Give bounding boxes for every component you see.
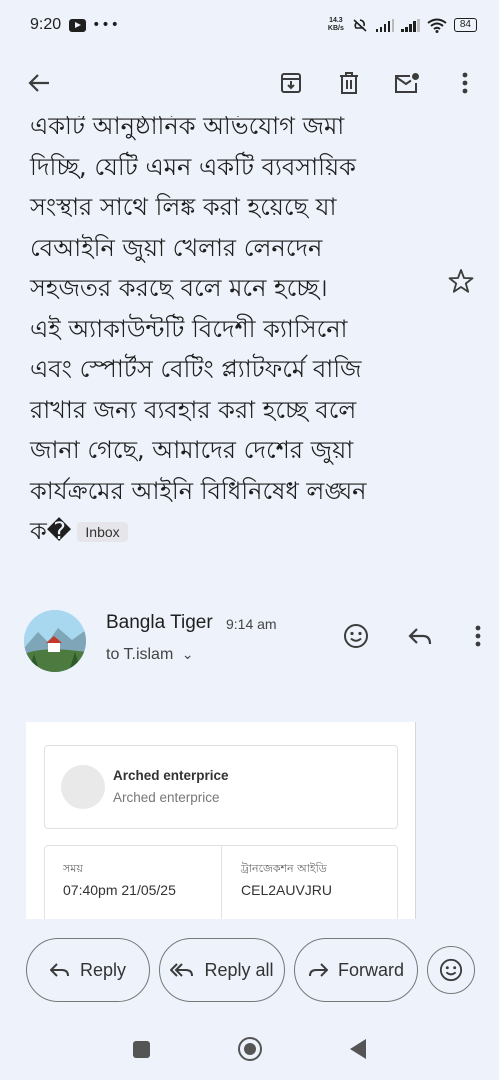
mute-icon (353, 19, 367, 32)
txn-id-value: CEL2AUVJRU (241, 882, 333, 898)
message-more-button[interactable] (460, 618, 496, 654)
time-label: সময় (63, 862, 83, 875)
mark-unread-icon (395, 73, 419, 93)
sender-name: Bangla Tiger (106, 612, 213, 633)
more-vert-icon (475, 625, 481, 647)
body-line: সংস্থার সাথে লিঙ্ক করা হয়েছে যা (30, 193, 337, 221)
reply-icon-button[interactable] (402, 618, 438, 654)
status-bar: 9:20 ••• 14.3 KB/s 84 (0, 0, 499, 50)
forward-label: Forward (337, 959, 404, 980)
reply-icon (408, 628, 432, 645)
net-speed: 14.3 KB/s (327, 17, 344, 32)
back-button[interactable] (22, 66, 56, 100)
body-line: রাখার জন্য ব্যবহার করা হচ্ছে বলে (30, 395, 357, 424)
sent-time: 9:14 am (226, 616, 277, 632)
body-line: এবং স্পোর্টস বেটিং প্ল্যাটফর্মে বাজি (30, 355, 362, 383)
sender-actions (338, 618, 496, 654)
emoji-icon (439, 958, 463, 982)
mark-unread-button[interactable] (389, 65, 425, 101)
status-time: 9:20 (30, 16, 62, 33)
more-dots-icon: ••• (92, 17, 120, 33)
divider (221, 846, 222, 919)
reply-all-label: Reply all (204, 959, 274, 980)
bottom-actions: Reply Reply all Forward (0, 938, 499, 1002)
landscape-avatar-icon (24, 610, 86, 672)
forward-button[interactable]: Forward (294, 938, 418, 1002)
email-body-text: একটি আনুষ্ঠানিক অভিযোগ জমা দিচ্ছি, যেটি … (30, 116, 430, 552)
body-line: এই অ্যাকাউন্টটি বিদেশী ক্যাসিনো (30, 314, 348, 343)
home-button[interactable] (238, 1037, 262, 1061)
youtube-icon (69, 18, 87, 32)
app-bar-actions (273, 65, 483, 101)
embedded-receipt: Arched enterprice Arched enterprice সময়… (26, 722, 416, 919)
time-value: 07:40pm 21/05/25 (63, 882, 176, 898)
delete-icon (340, 72, 358, 94)
transaction-details: সময় 07:40pm 21/05/25 ট্রানজেকশন আইডি CE… (44, 845, 398, 919)
gmail-email-screen: 9:20 ••• 14.3 KB/s 84 একটি আনুষ্ঠানিক অভ… (0, 0, 499, 1080)
reply-all-button[interactable]: Reply all (159, 938, 285, 1002)
more-vert-icon (462, 72, 468, 94)
emoji-reaction-button[interactable] (427, 946, 475, 994)
body-line: সহজতর করছে বলে মনে হচ্ছে। (30, 274, 328, 302)
react-emoji-button[interactable] (338, 618, 374, 654)
recipient-toggle[interactable]: to T.islam ⌄ (106, 646, 193, 664)
system-back-button[interactable] (350, 1039, 366, 1059)
archive-icon (281, 73, 301, 93)
recents-button[interactable] (133, 1040, 150, 1058)
merchant-card: Arched enterprice Arched enterprice (44, 745, 398, 829)
star-icon (448, 269, 474, 293)
txn-id-label: ট্রানজেকশন আইডি (241, 862, 327, 875)
signal-icon (375, 18, 395, 32)
more-options-button[interactable] (447, 65, 483, 101)
merchant-avatar (61, 765, 105, 809)
body-line: বেআইনি জুয়া খেলার লেনদেন (30, 233, 323, 262)
battery-icon: 84 (453, 18, 477, 32)
wifi-icon (427, 18, 447, 33)
delete-button[interactable] (331, 65, 367, 101)
inbox-label-chip[interactable]: Inbox (77, 522, 128, 542)
forward-icon (308, 963, 328, 977)
back-arrow-icon (28, 74, 49, 92)
body-line: একটি আনুষ্ঠানিক অভিযোগ জমা (30, 116, 345, 140)
reply-icon (49, 963, 69, 977)
sender-row: Bangla Tiger 9:14 am to T.islam ⌄ (24, 606, 484, 676)
email-body-snippet: একটি আনুষ্ঠানিক অভিযোগ জমা দিচ্ছি, যেটি … (0, 116, 499, 594)
archive-button[interactable] (273, 65, 309, 101)
recipient-text: to T.islam (106, 646, 174, 663)
reply-label: Reply (79, 959, 127, 980)
star-button[interactable] (448, 268, 474, 298)
signal-icon (401, 18, 420, 32)
chevron-down-icon: ⌄ (181, 646, 194, 662)
body-line: জানা গেছে, আমাদের দেশের জুয়া (30, 436, 354, 464)
avatar[interactable] (24, 610, 86, 672)
body-line: কার্যক্রমের আইনি বিধিনিষেধ লঙ্ঘন (30, 476, 367, 505)
status-right: 14.3 KB/s 84 (328, 17, 477, 33)
merchant-name: Arched enterprice (113, 768, 229, 783)
body-line: দিচ্ছি, যেটি এমন একটি ব্যবসায়িক (30, 152, 356, 181)
body-line-last: ক� Inbox (30, 511, 430, 552)
app-bar (0, 50, 499, 116)
reply-all-icon (170, 963, 194, 977)
merchant-subtitle: Arched enterprice (113, 790, 220, 805)
system-nav-bar (0, 1018, 499, 1080)
emoji-icon (344, 624, 368, 648)
reply-button[interactable]: Reply (26, 938, 150, 1002)
